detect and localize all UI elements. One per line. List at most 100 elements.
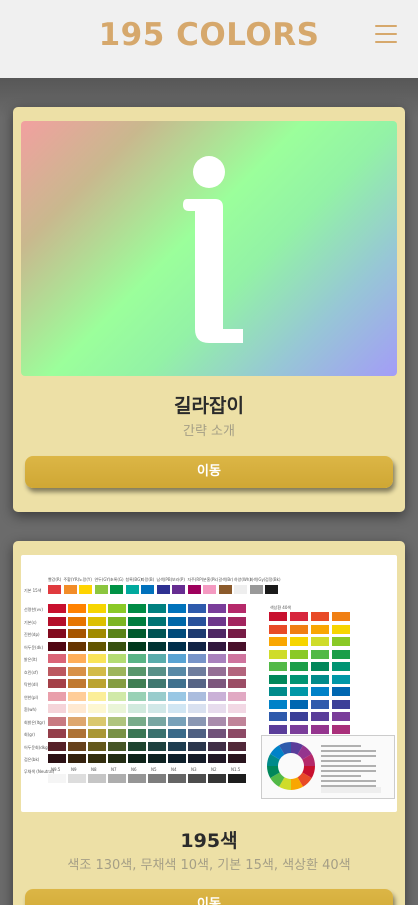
color-swatch (208, 666, 226, 676)
color-swatch (228, 704, 246, 713)
color-swatch (290, 612, 308, 621)
row-label: 기본 15색 (24, 588, 42, 593)
color-swatch (48, 616, 66, 626)
color-swatch (128, 774, 146, 783)
color-swatch (168, 641, 186, 651)
color-swatch (88, 774, 106, 783)
color-swatch (68, 741, 86, 751)
color-swatch (48, 754, 66, 763)
color-swatch (321, 780, 376, 782)
color-swatch (68, 754, 86, 763)
color-swatch (311, 637, 329, 646)
color-swatch (128, 616, 146, 626)
color-swatch (208, 604, 226, 613)
color-swatch (208, 641, 226, 651)
color-swatch (188, 741, 206, 751)
color-swatch (48, 716, 66, 726)
color-swatch (208, 754, 226, 763)
color-swatch (290, 674, 308, 684)
color-swatch (48, 729, 66, 738)
color-swatch (148, 641, 166, 651)
color-swatch (188, 641, 206, 651)
color-swatch (228, 741, 246, 751)
color-swatch (148, 691, 166, 701)
color-swatch (208, 691, 226, 701)
go-button[interactable]: 이동 (25, 456, 393, 488)
color-swatch (128, 716, 146, 726)
color-swatch (108, 616, 126, 626)
column-label: 검정(Bk) (265, 577, 281, 582)
row-label: 연한(pl) (24, 694, 39, 700)
color-swatch (311, 662, 329, 671)
column-label: 하양(Wh) (234, 577, 251, 582)
color-swatch (208, 654, 226, 663)
color-swatch (168, 654, 186, 663)
column-label: 회색(Gy) (249, 577, 266, 582)
color-swatch (188, 774, 206, 783)
color-swatch (88, 641, 106, 651)
color-swatch (332, 674, 350, 684)
color-swatch (332, 649, 350, 659)
column-label: 주황(YR) (63, 577, 80, 582)
column-label: 분홍(Pk) (203, 577, 219, 582)
color-swatch (148, 774, 166, 783)
color-swatch (168, 729, 186, 738)
color-swatch (148, 616, 166, 626)
go-button[interactable]: 이동 (25, 889, 393, 905)
color-swatch (228, 774, 246, 783)
color-swatch (108, 654, 126, 663)
neutral-label: N2 (211, 767, 217, 772)
color-swatch (321, 755, 376, 757)
color-swatch (228, 679, 246, 688)
color-swatch (48, 774, 66, 783)
color-swatch (269, 712, 287, 721)
color-swatch (228, 754, 246, 763)
color-swatch (218, 585, 232, 594)
neutral-label: N8 (91, 767, 97, 772)
color-swatch (188, 616, 206, 626)
color-swatch (172, 585, 185, 594)
color-swatch (68, 641, 86, 651)
color-swatch (234, 585, 247, 594)
neutral-label: N5 (151, 767, 157, 772)
color-swatch (168, 741, 186, 751)
color-swatch (311, 712, 329, 721)
color-swatch (168, 679, 186, 688)
info-icon (183, 156, 243, 343)
color-swatch (208, 679, 226, 688)
color-swatch (188, 754, 206, 763)
color-swatch (88, 666, 106, 676)
row-label: 검은(bk) (24, 757, 40, 762)
color-swatch (311, 612, 329, 621)
color-swatch (168, 616, 186, 626)
color-swatch (148, 729, 166, 738)
color-swatch (156, 585, 170, 594)
color-swatch (68, 604, 86, 613)
color-swatch (88, 716, 106, 726)
color-swatch (128, 604, 146, 613)
color-swatch (108, 741, 126, 751)
color-swatch (188, 654, 206, 663)
hue-circle-title: 색상환 40색 (270, 605, 292, 610)
row-label: 탁한(dl) (24, 682, 39, 687)
color-swatch (128, 666, 146, 676)
color-swatch (332, 612, 350, 621)
color-swatch (128, 691, 146, 701)
color-swatch (88, 629, 106, 638)
color-chart-image: 빨강(R) 주황(YR) 노랑(Y) 연두(GY) 초록(G) 청록(BG) 파랑(B) 남색… (21, 555, 397, 812)
card-subtitle: 간략 소개 (183, 424, 235, 439)
color-swatch (88, 704, 106, 713)
color-swatch (168, 704, 186, 713)
color-swatch (128, 754, 146, 763)
color-swatch (321, 745, 361, 747)
color-swatch (228, 616, 246, 626)
color-swatch (88, 729, 106, 738)
color-swatch (321, 787, 381, 793)
color-swatch (269, 662, 287, 671)
hamburger-menu-icon[interactable] (375, 25, 397, 45)
row-label: 회밝은(ltgr) (24, 719, 46, 725)
color-swatch (168, 604, 186, 613)
color-swatch (311, 624, 329, 634)
color-swatch (88, 691, 106, 701)
column-label: 빨강(R) (48, 577, 62, 582)
